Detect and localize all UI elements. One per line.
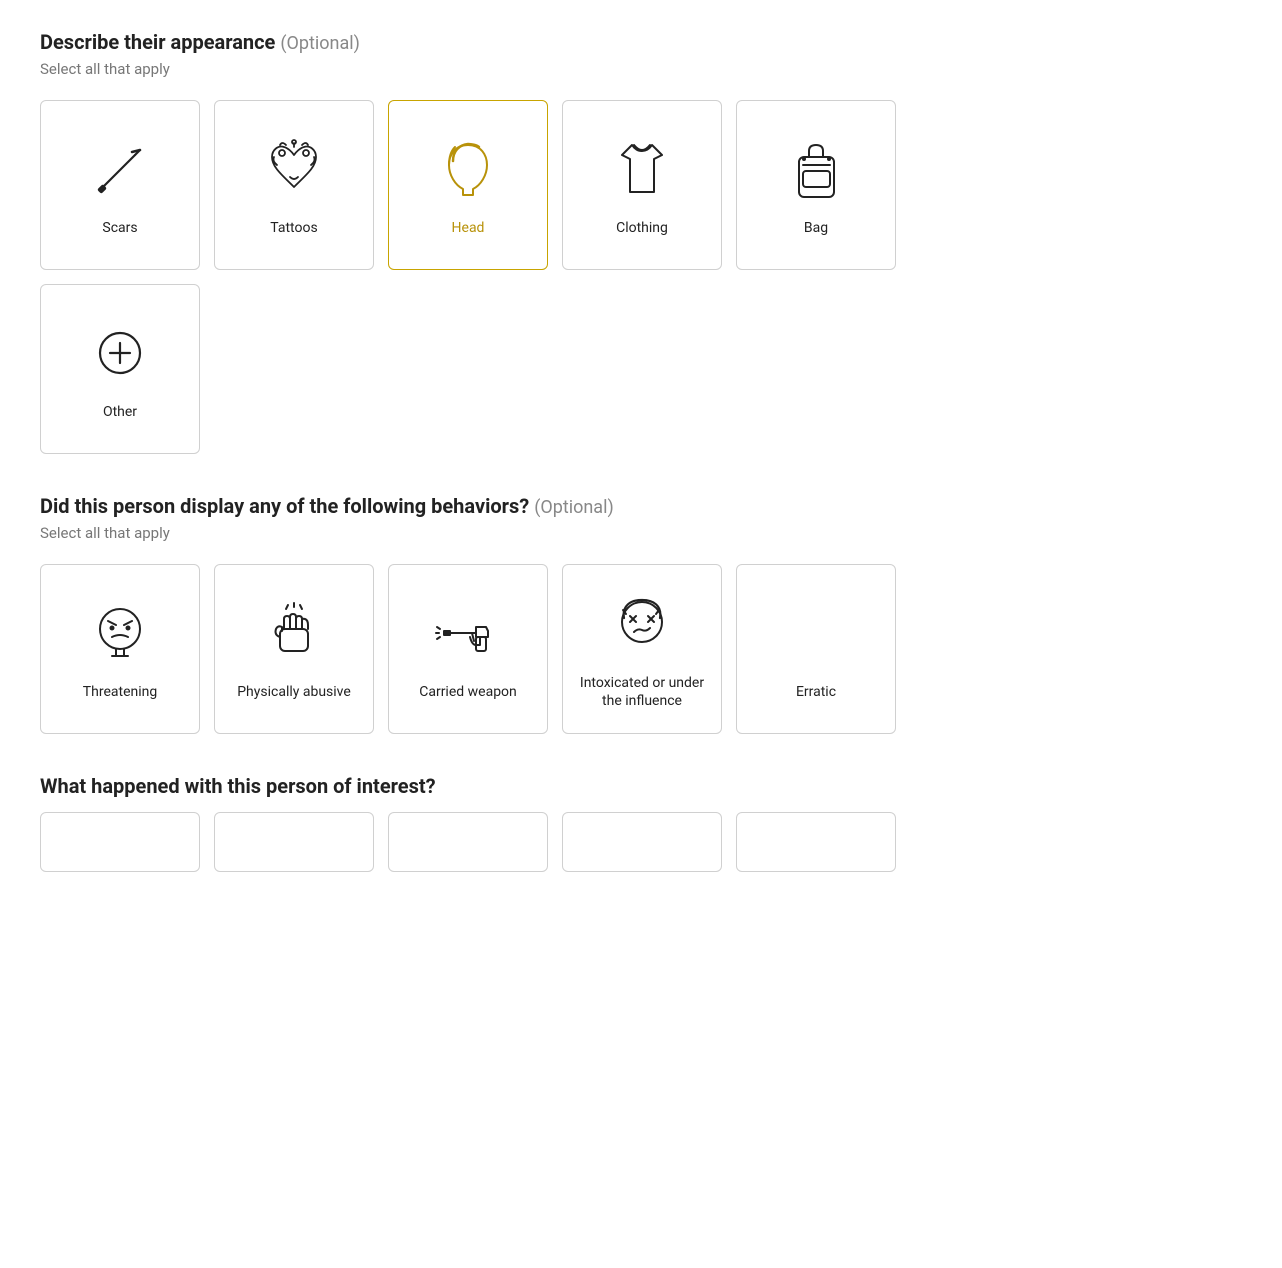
behaviors-title: Did this person display any of the follo… bbox=[40, 494, 1060, 518]
happened-card-1[interactable] bbox=[40, 812, 200, 872]
happened-cards-row bbox=[40, 812, 1060, 872]
appearance-card-other[interactable]: Other bbox=[40, 284, 200, 454]
behavior-card-erratic[interactable]: Erratic bbox=[736, 564, 896, 734]
behavior-card-threatening[interactable]: Threatening bbox=[40, 564, 200, 734]
happened-card-4[interactable] bbox=[562, 812, 722, 872]
scars-icon bbox=[85, 135, 155, 205]
threatening-icon bbox=[85, 599, 155, 669]
other-label: Other bbox=[103, 403, 137, 421]
behavior-card-physically-abusive[interactable]: Physically abusive bbox=[214, 564, 374, 734]
erratic-label: Erratic bbox=[796, 683, 836, 701]
physically-abusive-icon bbox=[259, 599, 329, 669]
appearance-subtitle: Select all that apply bbox=[40, 60, 1060, 78]
appearance-card-tattoos[interactable]: Tattoos bbox=[214, 100, 374, 270]
happened-card-5[interactable] bbox=[736, 812, 896, 872]
tattoos-icon bbox=[259, 135, 329, 205]
carried-weapon-label: Carried weapon bbox=[419, 683, 517, 701]
appearance-card-scars[interactable]: Scars bbox=[40, 100, 200, 270]
appearance-card-head[interactable]: Head bbox=[388, 100, 548, 270]
tattoos-label: Tattoos bbox=[270, 219, 317, 237]
bag-icon bbox=[781, 135, 851, 205]
other-icon bbox=[85, 319, 155, 389]
behaviors-cards-row: Threatening bbox=[40, 564, 1060, 734]
happened-title: What happened with this person of intere… bbox=[40, 774, 1060, 798]
behavior-card-carried-weapon[interactable]: Carried weapon bbox=[388, 564, 548, 734]
head-icon bbox=[433, 135, 503, 205]
scars-label: Scars bbox=[102, 219, 137, 237]
appearance-card-clothing[interactable]: Clothing bbox=[562, 100, 722, 270]
threatening-label: Threatening bbox=[83, 683, 157, 701]
behaviors-subtitle: Select all that apply bbox=[40, 524, 1060, 542]
happened-card-3[interactable] bbox=[388, 812, 548, 872]
physically-abusive-label: Physically abusive bbox=[237, 683, 351, 701]
head-label: Head bbox=[452, 219, 485, 237]
happened-card-2[interactable] bbox=[214, 812, 374, 872]
intoxicated-label: Intoxicated or under the influence bbox=[573, 674, 711, 710]
behavior-card-intoxicated[interactable]: Intoxicated or under the influence bbox=[562, 564, 722, 734]
appearance-card-bag[interactable]: Bag bbox=[736, 100, 896, 270]
appearance-cards-row-2: Other bbox=[40, 284, 1060, 454]
bag-label: Bag bbox=[804, 219, 828, 237]
intoxicated-icon bbox=[607, 590, 677, 660]
clothing-label: Clothing bbox=[616, 219, 668, 237]
appearance-title: Describe their appearance (Optional) bbox=[40, 30, 1060, 54]
clothing-icon bbox=[607, 135, 677, 205]
erratic-icon bbox=[781, 599, 851, 669]
carried-weapon-icon bbox=[433, 599, 503, 669]
appearance-cards-row: Scars bbox=[40, 100, 1060, 270]
